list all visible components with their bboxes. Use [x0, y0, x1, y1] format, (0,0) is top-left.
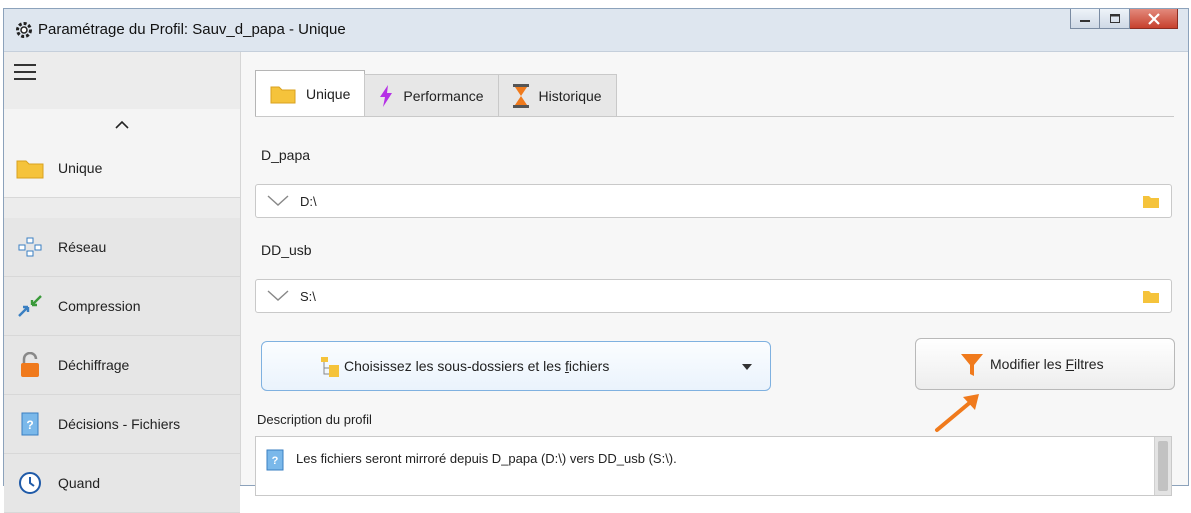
- modify-filters-button[interactable]: Modifier les Filtres: [915, 338, 1175, 390]
- sidebar-item-unique[interactable]: Unique: [4, 139, 240, 198]
- sidebar-item-compression[interactable]: Compression: [4, 277, 240, 336]
- folder-icon: [16, 156, 44, 180]
- sidebar-collapse-button[interactable]: [4, 109, 240, 139]
- source-label: D_papa: [261, 147, 311, 163]
- sidebar-item-label: Quand: [58, 475, 101, 491]
- network-icon: [16, 235, 44, 259]
- minimize-icon: [1080, 19, 1090, 22]
- window-title: Paramétrage du Profil: Sauv_d_papa - Uni…: [38, 21, 346, 38]
- maximize-icon: [1109, 14, 1120, 23]
- source-path-field[interactable]: D:\: [255, 184, 1172, 218]
- gear-icon: [16, 22, 32, 38]
- folder-icon: [270, 84, 296, 104]
- help-doc-icon: ?: [266, 449, 284, 471]
- tab-label: Unique: [306, 85, 351, 102]
- destination-path-field[interactable]: S:\: [255, 279, 1172, 313]
- tab-label: Historique: [538, 87, 602, 104]
- tab-bar: Unique Performance Historique: [255, 70, 617, 116]
- chevron-up-icon: [115, 120, 129, 129]
- tab-historique[interactable]: Historique: [497, 74, 617, 116]
- browse-folder-icon[interactable]: [1143, 290, 1159, 303]
- hourglass-icon: [512, 83, 529, 108]
- sidebar-item-label: Décisions - Fichiers: [58, 416, 181, 432]
- profile-settings-window: Paramétrage du Profil: Sauv_d_papa - Uni…: [3, 8, 1189, 513]
- sidebar: Unique Réseau Compression Déchiffrage ? …: [4, 52, 241, 513]
- caret-down-icon: [742, 364, 752, 370]
- description-scrollbar[interactable]: [1154, 437, 1171, 495]
- description-box: ? Les fichiers seront mirroré depuis D_p…: [255, 436, 1172, 496]
- modify-filters-label: Modifier les Filtres: [990, 356, 1104, 372]
- folder-tree-icon: [321, 357, 339, 377]
- sidebar-item-label: Réseau: [58, 239, 107, 255]
- source-path-value: D:\: [300, 193, 317, 209]
- destination-path-value: S:\: [300, 288, 316, 304]
- window-controls: [1070, 9, 1178, 29]
- sidebar-item-reseau[interactable]: Réseau: [4, 218, 240, 277]
- sidebar-item-label: Déchiffrage: [58, 357, 130, 373]
- hamburger-menu-icon[interactable]: [14, 64, 36, 82]
- tab-divider: [255, 116, 1174, 117]
- tab-label: Performance: [403, 87, 484, 104]
- svg-text:?: ?: [26, 418, 33, 432]
- sidebar-item-dechiffrage[interactable]: Déchiffrage: [4, 336, 240, 395]
- browse-folder-icon[interactable]: [1143, 195, 1159, 208]
- tab-performance[interactable]: Performance: [364, 74, 499, 116]
- lightning-icon: [379, 84, 393, 107]
- minimize-button[interactable]: [1070, 9, 1100, 29]
- chevron-down-icon[interactable]: [266, 194, 290, 208]
- sidebar-item-label: Unique: [58, 160, 103, 176]
- description-label: Description du profil: [257, 412, 372, 427]
- choose-subfolders-button[interactable]: Choisissez les sous-dossiers et les fich…: [261, 341, 771, 391]
- chevron-down-icon[interactable]: [266, 289, 290, 303]
- main-panel: Unique Performance Historique D_papa D:\: [241, 52, 1188, 496]
- svg-text:?: ?: [272, 455, 279, 467]
- funnel-icon: [961, 354, 983, 376]
- title-bar[interactable]: Paramétrage du Profil: Sauv_d_papa - Uni…: [4, 9, 1188, 52]
- maximize-button[interactable]: [1100, 9, 1130, 29]
- choose-subfolders-label: Choisissez les sous-dossiers et les fich…: [344, 358, 610, 374]
- close-icon: [1147, 12, 1160, 25]
- tab-unique[interactable]: Unique: [255, 70, 366, 116]
- clock-icon: [16, 471, 44, 495]
- sidebar-item-label: Compression: [58, 298, 141, 314]
- close-button[interactable]: [1130, 9, 1178, 29]
- help-doc-icon: ?: [16, 412, 44, 436]
- annotation-arrow-icon: [935, 394, 979, 432]
- sidebar-item-quand[interactable]: Quand: [4, 454, 240, 513]
- sidebar-item-decisions-fichiers[interactable]: ? Décisions - Fichiers: [4, 395, 240, 454]
- unlock-icon: [16, 352, 44, 377]
- description-text: Les fichiers seront mirroré depuis D_pap…: [296, 451, 677, 466]
- compress-icon: [16, 294, 44, 318]
- destination-label: DD_usb: [261, 242, 312, 258]
- scrollbar-thumb[interactable]: [1158, 441, 1168, 491]
